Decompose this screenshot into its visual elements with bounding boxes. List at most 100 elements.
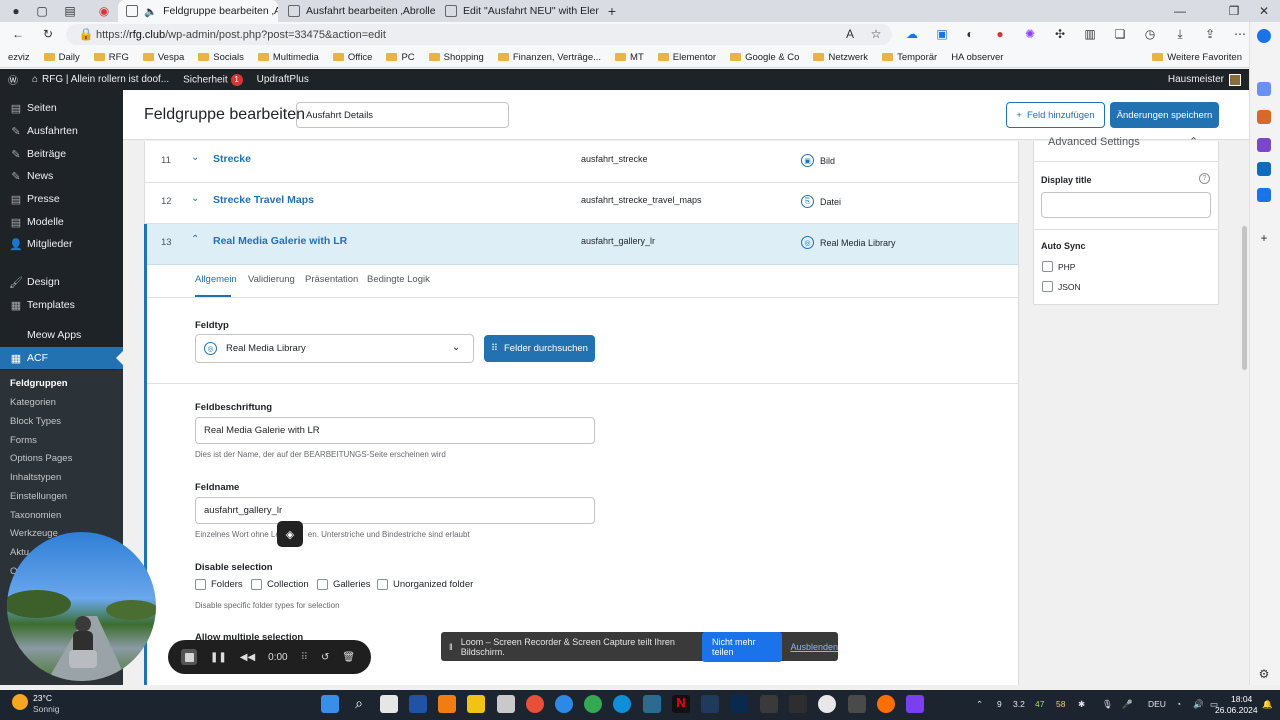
submenu-block-types[interactable]: Block Types [0, 412, 123, 431]
games-icon[interactable] [1257, 138, 1271, 152]
wordpress-icon[interactable]: Ⓦ [8, 72, 18, 87]
user-menu[interactable]: Hausmeister [1168, 69, 1249, 90]
favorite-more[interactable]: Weitere Favoriten [1152, 52, 1242, 63]
checkbox-collection[interactable]: Collection [251, 579, 309, 590]
copilot-icon[interactable] [1257, 29, 1271, 43]
save-button[interactable]: Änderungen speichern [1110, 102, 1219, 128]
checkbox-json[interactable]: JSON [1042, 281, 1081, 292]
advanced-settings-title[interactable]: Advanced Settings [1048, 136, 1140, 148]
cloud-icon[interactable]: ☁ [904, 26, 920, 42]
outlook-icon[interactable] [1257, 162, 1271, 176]
app-icon[interactable] [760, 695, 778, 713]
extension-icon[interactable]: ✺ [1022, 26, 1038, 42]
language-indicator[interactable]: DEU [1148, 699, 1166, 709]
close-window-icon[interactable]: ✕ [1256, 3, 1272, 19]
app-icon[interactable] [818, 695, 836, 713]
notification-icon[interactable]: 🔔 [1262, 699, 1273, 710]
back-icon[interactable]: ← [10, 26, 26, 42]
stop-recording-button[interactable] [181, 649, 197, 665]
site-name[interactable]: RFG | Allein rollern ist doof... [42, 74, 169, 85]
send-icon[interactable] [1257, 188, 1271, 202]
tab-allgemein[interactable]: Allgemein [195, 274, 237, 285]
start-icon[interactable] [321, 695, 339, 713]
tab-bedingte-logik[interactable]: Bedingte Logik [367, 274, 430, 285]
puzzle-icon[interactable]: ✣ [1052, 26, 1068, 42]
task-view-icon[interactable] [380, 695, 398, 713]
checkbox-php[interactable]: PHP [1042, 261, 1075, 272]
new-tab-button[interactable]: + [604, 3, 620, 19]
tray-icon-value[interactable]: 3.2 [1013, 699, 1025, 709]
weather-temp[interactable]: 23°C [33, 693, 52, 703]
star-icon[interactable]: ☆ [868, 26, 884, 42]
favorite-vespa[interactable]: Vespa [142, 52, 184, 63]
sidebar-item-mitglieder[interactable]: 👤 Mitglieder [0, 233, 123, 255]
favorite-mt[interactable]: MT [615, 52, 644, 63]
grid-icon[interactable]: ⠿ [301, 652, 308, 663]
favorite-multimedia[interactable]: Multimedia [257, 52, 319, 63]
chevron-down-icon[interactable]: ⌄ [191, 152, 199, 163]
mic-icon[interactable]: 🎙 [1102, 699, 1113, 710]
toolbox-icon[interactable] [1257, 110, 1271, 124]
tab-validierung[interactable]: Validierung [248, 274, 295, 285]
field-label[interactable]: Strecke [213, 153, 251, 165]
extension-icon[interactable]: ▣ [934, 26, 950, 42]
weather-condition[interactable]: Sonnig [33, 704, 59, 714]
app-icon[interactable] [526, 695, 544, 713]
field-label-input[interactable]: Real Media Galerie with LR [195, 417, 595, 444]
history-icon[interactable]: ◷ [1142, 26, 1158, 42]
mic-icon[interactable]: 🎤 [1122, 699, 1133, 710]
submenu-kategorien[interactable]: Kategorien [0, 393, 123, 412]
photoshop-icon[interactable] [730, 695, 748, 713]
url-input[interactable]: https://rfg.club/wp-admin/post.php?post=… [66, 24, 892, 45]
app-icon[interactable] [555, 695, 573, 713]
display-title-input[interactable] [1041, 192, 1211, 218]
tab-elementor[interactable]: Edit "Ausfahrt NEU" with Elemen ✕ [437, 0, 599, 22]
favorite-rfg[interactable]: RFG [93, 52, 129, 63]
favorite-ezviz[interactable]: ezviz [8, 52, 30, 63]
tray-icon-value[interactable]: 9 [997, 699, 1002, 709]
app-icon[interactable] [789, 695, 807, 713]
split-screen-icon[interactable]: ▥ [1082, 26, 1098, 42]
minimize-icon[interactable]: — [1172, 3, 1188, 19]
security-menu[interactable]: Sicherheit 1 [183, 73, 243, 86]
lock-icon[interactable]: 🔒 [78, 26, 94, 42]
favorite-daily[interactable]: Daily [43, 52, 80, 63]
file-explorer-icon[interactable] [467, 695, 485, 713]
drag-handle-icon[interactable]: ◈ [277, 521, 303, 547]
favorite-ha-observer[interactable]: HA observer [951, 52, 1003, 63]
field-row-strecke[interactable]: 11 ⌄ Strecke ausfahrt_strecke ▣ Bild [145, 142, 1018, 183]
download-icon[interactable]: ⤓ [1172, 26, 1188, 42]
app-icon[interactable] [497, 695, 515, 713]
tab-ausfahrt[interactable]: Ausfahrt bearbeiten ‚Abrollern 2 ✕ [280, 0, 435, 22]
tray-icon-value[interactable]: 58 [1056, 699, 1065, 709]
sidebar-item-presse[interactable]: ▤ Presse [0, 188, 123, 210]
wifi-icon[interactable]: ◔ [1176, 699, 1181, 709]
favorite-finanzen[interactable]: Finanzen, Verträge... [497, 52, 601, 63]
extension-icon[interactable]: ● [992, 26, 1008, 42]
chrome-icon[interactable] [584, 695, 602, 713]
sidebar-item-meow-apps[interactable]: Meow Apps [0, 324, 123, 346]
tray-icon-value[interactable]: 47 [1035, 699, 1044, 709]
pause-icon[interactable]: ❚❚ [210, 652, 227, 663]
favorite-socials[interactable]: Socials [198, 52, 244, 63]
clock-date[interactable]: 26.06.2024 [1215, 705, 1258, 715]
clock-time[interactable]: 18:04 [1231, 694, 1252, 704]
sidebar-item-acf[interactable]: ▦ ACF [0, 347, 123, 369]
field-label[interactable]: Real Media Galerie with LR [213, 235, 347, 247]
restart-icon[interactable]: ↺ [321, 652, 329, 663]
tag-icon[interactable] [1257, 82, 1271, 96]
trash-icon[interactable]: 🗑 [342, 652, 355, 663]
app-icon[interactable] [906, 695, 924, 713]
checkbox-galleries[interactable]: Galleries [317, 579, 371, 590]
sidebar-item-design[interactable]: 🖌 Design [0, 271, 123, 293]
sidebar-item-ausfahrten[interactable]: ✎ Ausfahrten [0, 120, 123, 142]
help-icon[interactable]: ? [1199, 173, 1210, 184]
app-icon[interactable] [848, 695, 866, 713]
tab-praesentation[interactable]: Präsentation [305, 274, 358, 285]
settings-icon[interactable]: ⚙ [1256, 666, 1272, 682]
submenu-options-pages[interactable]: Options Pages [0, 449, 123, 468]
record-icon[interactable]: ◉ [96, 3, 112, 19]
app-icon[interactable] [643, 695, 661, 713]
favorite-netzwerk[interactable]: Netzwerk [813, 52, 868, 63]
sidebar-item-beitraege[interactable]: ✎ Beiträge [0, 143, 123, 165]
